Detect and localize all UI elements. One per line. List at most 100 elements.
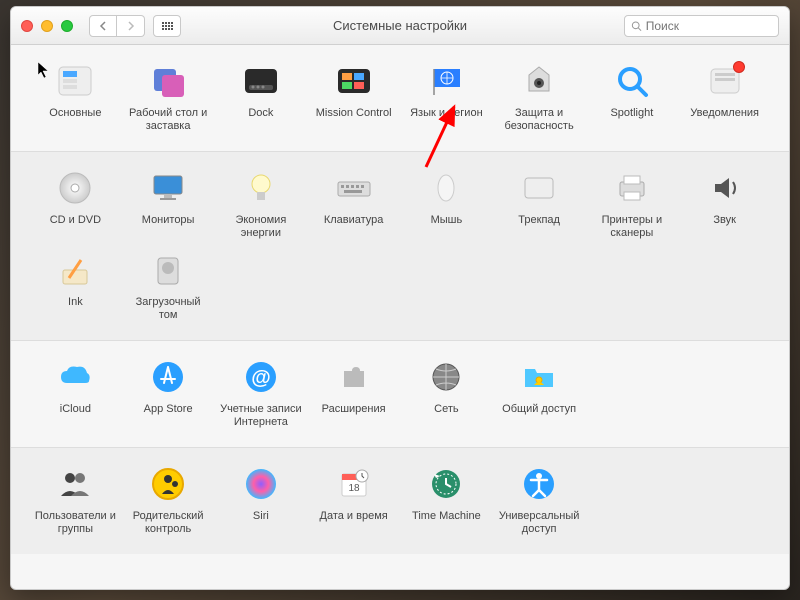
pref-label: Трекпад: [518, 214, 560, 240]
pref-startup-disk[interactable]: Загрузочный том: [122, 248, 215, 322]
printer-icon: [612, 168, 652, 208]
hdd-icon: [148, 250, 188, 290]
pref-language-region[interactable]: Язык и регион: [400, 59, 493, 133]
pref-label: Экономия энергии: [218, 214, 304, 240]
bulb-icon: [241, 168, 281, 208]
pref-appstore[interactable]: App Store: [122, 355, 215, 429]
pref-label: Мышь: [431, 214, 463, 240]
trackpad-icon: [519, 168, 559, 208]
pref-siri[interactable]: Siri: [215, 462, 308, 536]
desktop-icon: [148, 61, 188, 101]
titlebar: Системные настройки: [11, 7, 789, 45]
pref-printers[interactable]: Принтеры и сканеры: [586, 166, 679, 240]
pref-label: iCloud: [60, 403, 91, 429]
pref-dock[interactable]: Dock: [215, 59, 308, 133]
spotlight-icon: [612, 61, 652, 101]
ink-icon: [55, 250, 95, 290]
pref-energy[interactable]: Экономия энергии: [215, 166, 308, 240]
pref-datetime[interactable]: 18 Дата и время: [307, 462, 400, 536]
display-icon: [148, 168, 188, 208]
disc-icon: [55, 168, 95, 208]
window-controls: [21, 20, 73, 32]
mouse-icon: [426, 168, 466, 208]
pref-parental[interactable]: Родительский контроль: [122, 462, 215, 536]
pref-general[interactable]: Основные: [29, 59, 122, 133]
keyboard-icon: [334, 168, 374, 208]
pref-label: Siri: [253, 510, 269, 536]
pref-extensions[interactable]: Расширения: [307, 355, 400, 429]
svg-text:@: @: [251, 367, 271, 389]
globe-icon: [426, 357, 466, 397]
pref-internet-accounts[interactable]: @ Учетные записи Интернета: [215, 355, 308, 429]
pref-label: Общий доступ: [502, 403, 576, 429]
pref-label: Дата и время: [320, 510, 388, 536]
pref-desktop[interactable]: Рабочий стол и заставка: [122, 59, 215, 133]
pref-label: Рабочий стол и заставка: [125, 107, 211, 133]
general-icon: [55, 61, 95, 101]
pref-label: CD и DVD: [50, 214, 101, 240]
dock-icon: [241, 61, 281, 101]
pref-label: Mission Control: [316, 107, 392, 133]
back-button[interactable]: [89, 15, 117, 37]
pref-spotlight[interactable]: Spotlight: [586, 59, 679, 133]
minimize-button[interactable]: [41, 20, 53, 32]
notification-badge-icon: [733, 61, 745, 73]
pref-sharing[interactable]: Общий доступ: [493, 355, 586, 429]
pref-label: Ink: [68, 296, 83, 322]
pref-label: Основные: [49, 107, 101, 133]
show-all-button[interactable]: [153, 15, 181, 37]
flag-icon: [426, 61, 466, 101]
pref-label: Защита и безопасность: [496, 107, 582, 133]
pref-cd-dvd[interactable]: CD и DVD: [29, 166, 122, 240]
pref-label: Пользователи и группы: [32, 510, 118, 536]
pref-label: Звук: [713, 214, 736, 240]
forward-button[interactable]: [117, 15, 145, 37]
pref-trackpad[interactable]: Трекпад: [493, 166, 586, 240]
users-icon: [55, 464, 95, 504]
pref-accessibility[interactable]: Универсальный доступ: [493, 462, 586, 536]
pref-label: Клавиатура: [324, 214, 384, 240]
pref-mouse[interactable]: Мышь: [400, 166, 493, 240]
pref-label: Time Machine: [412, 510, 481, 536]
section-hardware: CD и DVD Мониторы Экономия энергии Клави…: [11, 152, 789, 341]
pref-displays[interactable]: Мониторы: [122, 166, 215, 240]
search-icon: [631, 20, 642, 32]
pref-network[interactable]: Сеть: [400, 355, 493, 429]
close-button[interactable]: [21, 20, 33, 32]
grid-icon: [162, 22, 173, 30]
pref-label: Мониторы: [142, 214, 195, 240]
pref-label: App Store: [144, 403, 193, 429]
folder-icon: [519, 357, 559, 397]
pref-label: Универсальный доступ: [496, 510, 582, 536]
search-input[interactable]: [646, 19, 772, 33]
pref-label: Язык и регион: [410, 107, 483, 133]
section-system: Пользователи и группы Родительский контр…: [11, 448, 789, 554]
pref-timemachine[interactable]: Time Machine: [400, 462, 493, 536]
pref-label: Сеть: [434, 403, 458, 429]
calendar-icon: 18: [334, 464, 374, 504]
mission-control-icon: [334, 61, 374, 101]
search-field[interactable]: [624, 15, 779, 37]
pref-label: Принтеры и сканеры: [589, 214, 675, 240]
pref-icloud[interactable]: iCloud: [29, 355, 122, 429]
cloud-icon: [55, 357, 95, 397]
maximize-button[interactable]: [61, 20, 73, 32]
section-internet: iCloud App Store @ Учетные записи Интерн…: [11, 341, 789, 448]
section-personal: Основные Рабочий стол и заставка Dock Mi…: [11, 45, 789, 152]
pref-label: Учетные записи Интернета: [218, 403, 304, 429]
svg-text:18: 18: [348, 483, 360, 494]
pref-security[interactable]: Защита и безопасность: [493, 59, 586, 133]
pref-sound[interactable]: Звук: [678, 166, 771, 240]
pref-ink[interactable]: Ink: [29, 248, 122, 322]
siri-icon: [241, 464, 281, 504]
pref-keyboard[interactable]: Клавиатура: [307, 166, 400, 240]
pref-label: Расширения: [322, 403, 386, 429]
nav-buttons: [89, 15, 145, 37]
system-preferences-window: Системные настройки Основные Рабочий сто…: [10, 6, 790, 590]
accessibility-icon: [519, 464, 559, 504]
pref-mission-control[interactable]: Mission Control: [307, 59, 400, 133]
pref-users[interactable]: Пользователи и группы: [29, 462, 122, 536]
pref-label: Загрузочный том: [125, 296, 211, 322]
pref-notifications[interactable]: Уведомления: [678, 59, 771, 133]
speaker-icon: [705, 168, 745, 208]
